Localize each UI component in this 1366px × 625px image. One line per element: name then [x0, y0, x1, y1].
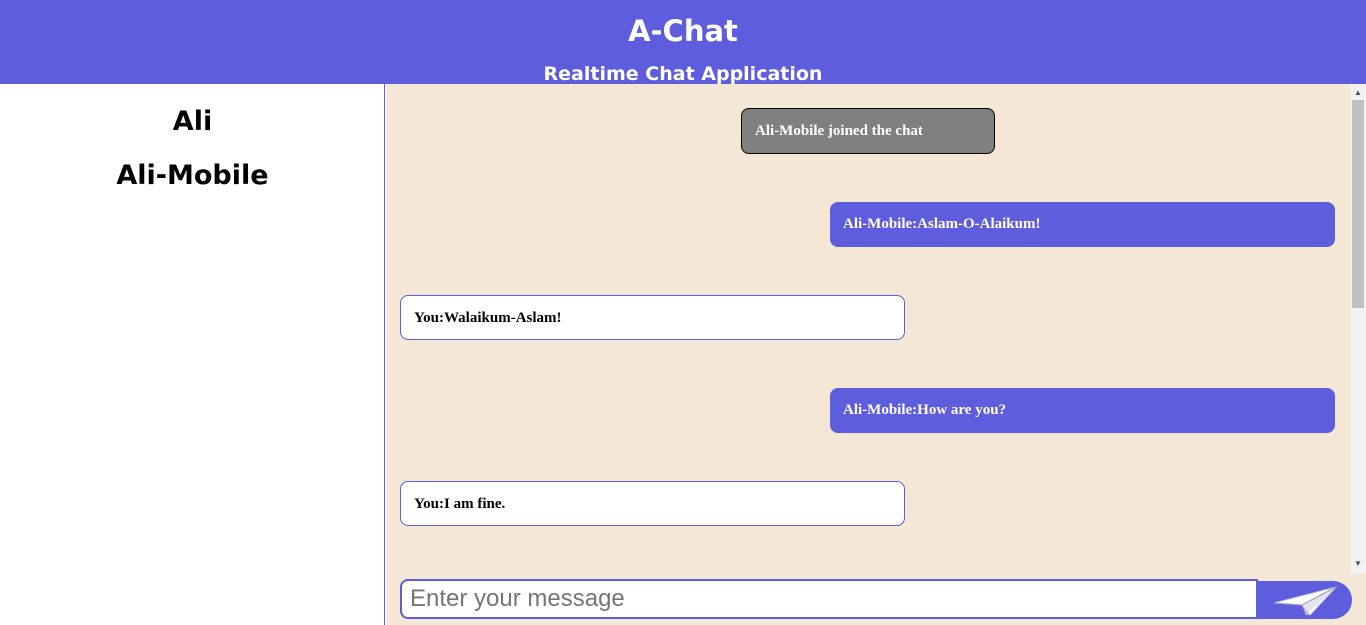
- user-item-ali[interactable]: Ali: [0, 105, 385, 139]
- message-composer: [386, 573, 1366, 625]
- app-title: A-Chat: [628, 14, 738, 48]
- scroll-up-arrow-icon[interactable]: ▲: [1350, 86, 1366, 100]
- app-subtitle: Realtime Chat Application: [543, 63, 823, 85]
- app-header: A-Chat Realtime Chat Application: [0, 0, 1366, 85]
- chat-scrollbar[interactable]: ▲ ▼: [1350, 84, 1366, 573]
- outgoing-message: You:Walaikum-Aslam!: [400, 295, 905, 340]
- scrollbar-thumb[interactable]: [1352, 100, 1364, 308]
- outgoing-message: You:I am fine.: [400, 481, 905, 526]
- message-list[interactable]: Ali-Mobile joined the chat Ali-Mobile:As…: [386, 84, 1366, 573]
- message-input[interactable]: [400, 579, 1258, 619]
- send-button[interactable]: [1258, 581, 1352, 619]
- user-list: Ali Ali-Mobile: [0, 84, 385, 625]
- incoming-message: Ali-Mobile:How are you?: [830, 388, 1335, 433]
- user-item-ali-mobile[interactable]: Ali-Mobile: [0, 159, 385, 193]
- incoming-message: Ali-Mobile:Aslam-O-Alaikum!: [830, 202, 1335, 247]
- scroll-down-arrow-icon[interactable]: ▼: [1350, 557, 1366, 571]
- system-message: Ali-Mobile joined the chat: [741, 108, 995, 154]
- paper-plane-icon: [1273, 586, 1338, 616]
